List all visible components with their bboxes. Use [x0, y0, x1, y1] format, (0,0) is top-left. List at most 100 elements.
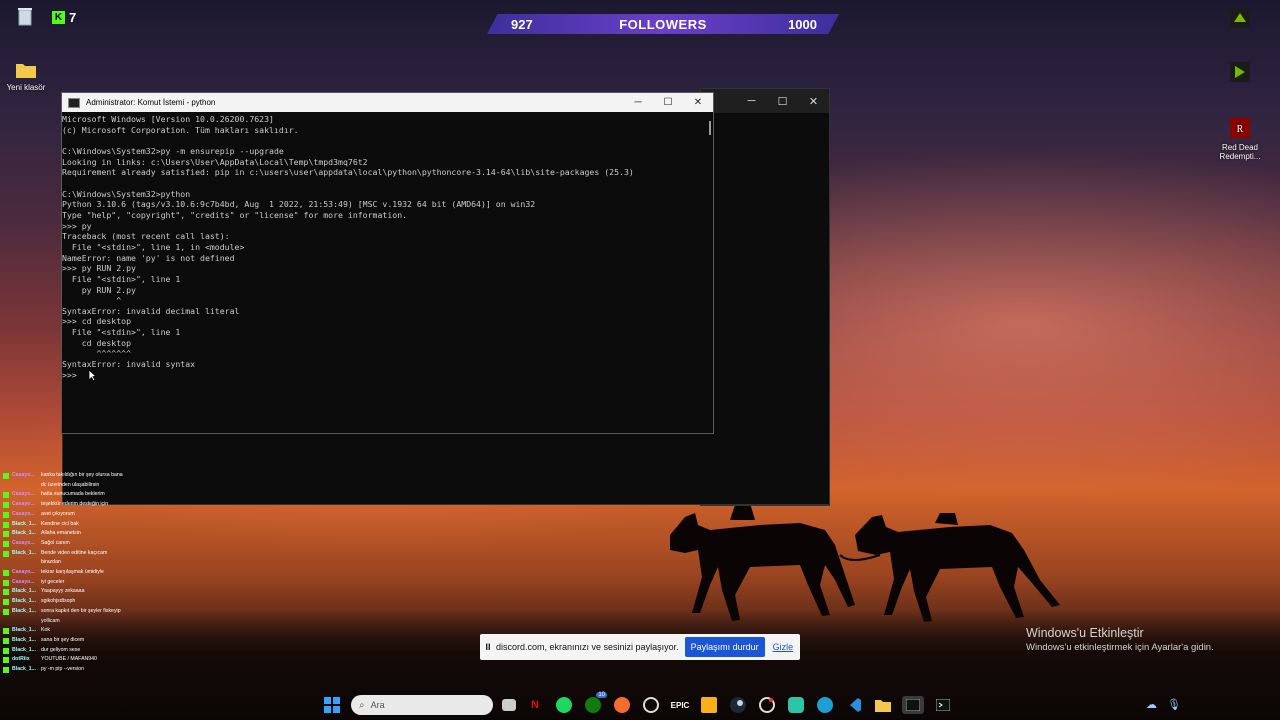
chat-message: Black_1... Kendine cici bak	[3, 520, 128, 530]
github-icon[interactable]	[757, 696, 777, 714]
kick-icon	[3, 667, 9, 674]
kick-icon	[3, 599, 9, 606]
nvidia-broadcast-shortcut[interactable]	[1210, 62, 1270, 87]
task-view-icon[interactable]	[502, 699, 516, 711]
stop-sharing-button[interactable]: Paylaşımı durdur	[684, 637, 765, 657]
epic-games-icon[interactable]: EPIC	[670, 696, 690, 714]
chat-username: Casayo...	[12, 501, 35, 508]
kick-icon	[3, 657, 9, 664]
xbox-icon[interactable]: 10	[583, 692, 607, 714]
nvidia-app-shortcut[interactable]	[1210, 8, 1270, 33]
chat-username: Black_1...	[12, 627, 36, 634]
scrollbar-thumb[interactable]	[709, 121, 711, 135]
kick-icon	[3, 492, 9, 499]
background-terminal-body	[62, 430, 830, 505]
cmd-app-icon	[68, 97, 80, 108]
terminal-active-icon[interactable]	[902, 696, 924, 714]
chat-text: sgikohjsdtsoph	[41, 598, 76, 605]
terminal-line: SyntaxError: invalid syntax	[62, 359, 196, 370]
stream-chat-overlay: Casayo... kanka takıldığın bir şey olursa…	[3, 471, 128, 675]
terminal-line: Type "help", "copyright", "credits" or "…	[62, 209, 408, 220]
kick-icon	[3, 628, 9, 635]
chat-message: Black_1... sana bir şey dicem	[3, 636, 128, 646]
terminal-line: Looking in links: c:\Users\User\AppData\…	[62, 156, 368, 167]
system-tray: ☁ 🎙	[1146, 698, 1181, 711]
kick-icon	[3, 608, 9, 615]
folder-icon	[0, 62, 56, 80]
netflix-icon[interactable]: N	[525, 696, 545, 714]
chat-message: Casayo... Sağol canım	[3, 539, 128, 549]
close-icon[interactable]: ✕	[798, 95, 829, 108]
recycle-bin-icon	[0, 6, 55, 28]
recycle-bin-shortcut[interactable]	[0, 6, 55, 31]
chat-message: Black_1... sgikohjsdtsoph	[3, 597, 128, 607]
taskbar-icons: ⌕ Ara N 10 EPIC	[322, 692, 953, 715]
terminal-output[interactable]: Microsoft Windows [Version 10.0.26200.76…	[62, 112, 713, 380]
chat-message: Casayo... iyi geceler	[3, 578, 128, 588]
screen-share-bar: II discord.com, ekranınızı ve sesinizi p…	[480, 634, 800, 660]
start-icon[interactable]	[322, 696, 342, 714]
followers-goal-bar: 927 FOLLOWERS 1000	[487, 14, 839, 34]
pause-icon[interactable]: II	[480, 642, 496, 652]
rockstar-icon[interactable]	[699, 696, 719, 714]
terminal-icon[interactable]	[933, 696, 953, 714]
chat-username: Black_1...	[12, 598, 36, 605]
chat-text: avet çıkıyorum	[41, 510, 75, 517]
red-dead-redemption-icon: R	[1210, 118, 1270, 140]
new-folder-shortcut[interactable]: Yeni klasör	[0, 62, 56, 92]
chat-message: dotRiix YOUTUBE / MAFAN940	[3, 655, 128, 665]
command-prompt-titlebar[interactable]: Administrator: Komut İstemi - python ─ ☐…	[62, 93, 713, 112]
close-icon[interactable]: ✕	[683, 97, 713, 108]
kick-icon	[3, 570, 9, 577]
chat-message: Black_1... Bende video editine kaçıcam bi…	[3, 549, 128, 568]
chat-username: Casayo...	[12, 510, 35, 517]
terminal-line: Traceback (most recent call last):	[62, 231, 230, 242]
cloud-icon[interactable]: ☁	[1146, 698, 1157, 711]
kick-icon	[3, 511, 9, 518]
chat-username: Black_1...	[12, 520, 36, 527]
chat-message: Casayo... avet çıkıyorum	[3, 510, 128, 520]
minimize-icon[interactable]: ─	[736, 95, 767, 107]
chat-username: Casayo...	[12, 569, 35, 576]
chat-text: tekrar karşılaşmak ümidiyle	[41, 569, 104, 576]
vscode-icon[interactable]	[844, 696, 864, 714]
edge-icon[interactable]	[815, 696, 835, 714]
steam-icon[interactable]	[728, 696, 748, 714]
chat-text: py -m pip --version	[41, 666, 84, 673]
kick-icon: K	[52, 11, 65, 24]
taskbar-search[interactable]: ⌕ Ara	[351, 695, 493, 715]
maximize-icon[interactable]: ☐	[767, 95, 798, 108]
chat-text: Yaapayyy zekaaaa	[41, 588, 85, 595]
terminal-line: File "<stdin>", line 1	[62, 327, 181, 338]
kick-icon	[3, 531, 9, 538]
chat-username: Black_1...	[12, 666, 36, 673]
terminal-line: File "<stdin>", line 1, in <module>	[62, 241, 245, 252]
chat-message: Black_1... dur geliyom sese	[3, 646, 128, 656]
terminal-line: py RUN 2.py	[62, 284, 136, 295]
nvidia-app-icon	[1210, 8, 1270, 30]
discord-icon[interactable]	[786, 696, 806, 714]
chat-message: Casayo... tekrar karşılaşmak ümidiyle	[3, 568, 128, 578]
maximize-icon[interactable]: ☐	[653, 97, 683, 108]
chat-text: iyi geceler	[41, 578, 65, 585]
obs-icon[interactable]	[641, 696, 661, 714]
red-dead-shortcut[interactable]: R Red Dead Redempti...	[1210, 118, 1270, 161]
chat-username: Casayo...	[12, 539, 35, 546]
windows-activation-watermark: Windows'u Etkinleştir Windows'u etkinleş…	[1026, 626, 1214, 653]
background-window-titlebar[interactable]: ─ ☐ ✕	[701, 89, 829, 113]
kick-icon	[3, 540, 9, 547]
chat-username: Casayo...	[12, 491, 35, 498]
minimize-icon[interactable]: ─	[623, 97, 653, 108]
hide-link[interactable]: Gizle	[773, 642, 794, 652]
command-prompt-window[interactable]: Administrator: Komut İstemi - python ─ ☐…	[61, 92, 714, 434]
ea-app-icon[interactable]	[612, 696, 632, 714]
terminal-line: Requirement already satisfied: pip in c:…	[62, 167, 634, 178]
chat-text: Kok	[41, 627, 50, 634]
microphone-icon[interactable]: 🎙	[1167, 698, 1181, 711]
mouse-cursor-icon	[88, 369, 97, 382]
terminal-line: >>> py	[62, 220, 92, 231]
terminal-line: >>> py RUN 2.py	[62, 263, 136, 274]
spotify-icon[interactable]	[554, 696, 574, 714]
chat-username: Black_1...	[12, 607, 36, 614]
file-explorer-icon[interactable]	[873, 696, 893, 714]
